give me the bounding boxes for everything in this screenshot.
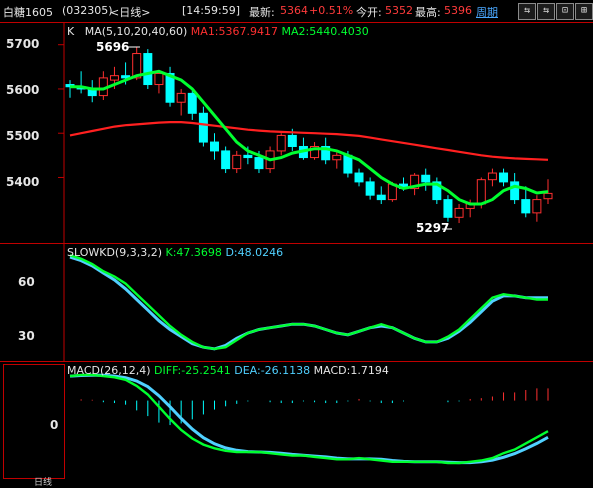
kd-panel[interactable]: SLOWKD(9,3,3,2) K:47.3698 D:48.0246 60 3… <box>0 244 593 362</box>
candle-body <box>376 194 386 201</box>
candle-body <box>109 75 119 81</box>
candle-body <box>232 154 242 170</box>
candle-body <box>454 207 464 218</box>
price-chart[interactable] <box>0 23 593 243</box>
macd-diff-line <box>69 373 549 465</box>
legend-ma1: MA1:5367.9417 <box>190 25 279 38</box>
symbol-code: (032305) <box>62 4 113 17</box>
candle-body <box>198 112 208 143</box>
price-legend: K MA(5,10,20,40,60) MA1:5367.9417 MA2:54… <box>67 25 369 38</box>
macd-chart[interactable] <box>0 362 593 480</box>
prev-nav-button[interactable]: ⇆ <box>518 3 536 20</box>
low-annotation: 5297 <box>416 221 450 235</box>
candle-body <box>510 181 520 201</box>
candle-body <box>332 154 342 161</box>
kd-d-line <box>69 255 548 351</box>
kd-legend-k: K:47.3698 <box>165 246 222 259</box>
restore-button[interactable]: ⊡ <box>556 3 574 20</box>
legend-k: K <box>67 25 75 38</box>
candle-body <box>287 134 297 147</box>
macd-legend-macd: MACD:1.7194 <box>313 364 389 377</box>
kd-tick-30: 30 <box>18 329 35 343</box>
period-footer: 日线 <box>34 478 53 488</box>
macd-legend-diff: DIFF:-25.2541 <box>154 364 231 377</box>
quote-header: 白糖1605 (032305) <日线> [14:59:59] 最新: 5364… <box>0 0 593 23</box>
candle-body <box>210 141 220 152</box>
candle-body <box>421 174 431 183</box>
candle-body <box>476 179 486 205</box>
macd-panel[interactable]: MACD(26,12,4) DIFF:-25.2541 DEA:-26.1138… <box>0 362 593 488</box>
candle-body <box>176 92 186 103</box>
candle-body <box>254 157 264 170</box>
cycle-link[interactable]: 周期 <box>476 4 498 20</box>
candle-body <box>143 53 153 86</box>
kd-chart[interactable] <box>0 244 593 361</box>
price-panel[interactable]: K MA(5,10,20,40,60) MA1:5367.9417 MA2:54… <box>0 23 593 244</box>
latest-label: 最新: <box>249 6 275 19</box>
macd-tick-0: 0 <box>50 418 59 432</box>
open-label: 今开: <box>356 6 382 19</box>
macd-legend-name: MACD(26,12,4) <box>67 364 151 377</box>
candle-body <box>532 199 542 214</box>
period-label: <日线> <box>110 6 151 19</box>
price-tick-5400: 5400 <box>6 175 40 189</box>
high-value: 5396 <box>444 4 472 17</box>
candle-body <box>243 154 253 159</box>
price-tick-5600: 5600 <box>6 83 40 97</box>
price-tick-5700: 5700 <box>6 37 40 51</box>
candle-body <box>499 172 509 183</box>
kd-legend-d: D:48.0246 <box>225 246 284 259</box>
ma2-line <box>70 69 549 206</box>
kd-tick-60: 60 <box>18 275 35 289</box>
kd-legend: SLOWKD(9,3,3,2) K:47.3698 D:48.0246 <box>67 246 283 259</box>
kd-legend-name: SLOWKD(9,3,3,2) <box>67 246 163 259</box>
candle-body <box>543 192 553 200</box>
kd-k-line <box>69 254 548 351</box>
candle-body <box>443 199 453 218</box>
candle-body <box>276 134 286 152</box>
candle-body <box>365 181 375 196</box>
high-annotation: 5696 <box>96 40 130 54</box>
legend-ma: MA(5,10,20,40,60) <box>84 25 188 38</box>
open-value: 5352 <box>385 4 413 17</box>
symbol-name: 白糖1605 <box>3 6 53 19</box>
macd-legend: MACD(26,12,4) DIFF:-25.2541 DEA:-26.1138… <box>67 364 389 377</box>
timestamp: [14:59:59] <box>182 4 240 17</box>
candle-body <box>354 172 364 183</box>
candle-body <box>187 92 197 114</box>
candle-body <box>154 72 164 86</box>
candle-body <box>221 150 231 170</box>
candle-body <box>521 199 531 214</box>
legend-ma2: MA2:5440.4030 <box>281 25 369 38</box>
latest-value: 5364 <box>280 4 308 17</box>
change-percent: +0.51% <box>309 4 354 17</box>
high-label: 最高: <box>415 6 441 19</box>
ma1-line <box>69 121 549 161</box>
maximize-button[interactable]: ⊞ <box>575 3 593 20</box>
next-nav-button[interactable]: ⇆ <box>537 3 555 20</box>
price-tick-5500: 5500 <box>6 129 40 143</box>
candle-body <box>487 172 497 181</box>
macd-legend-dea: DEA:-26.1138 <box>234 364 311 377</box>
